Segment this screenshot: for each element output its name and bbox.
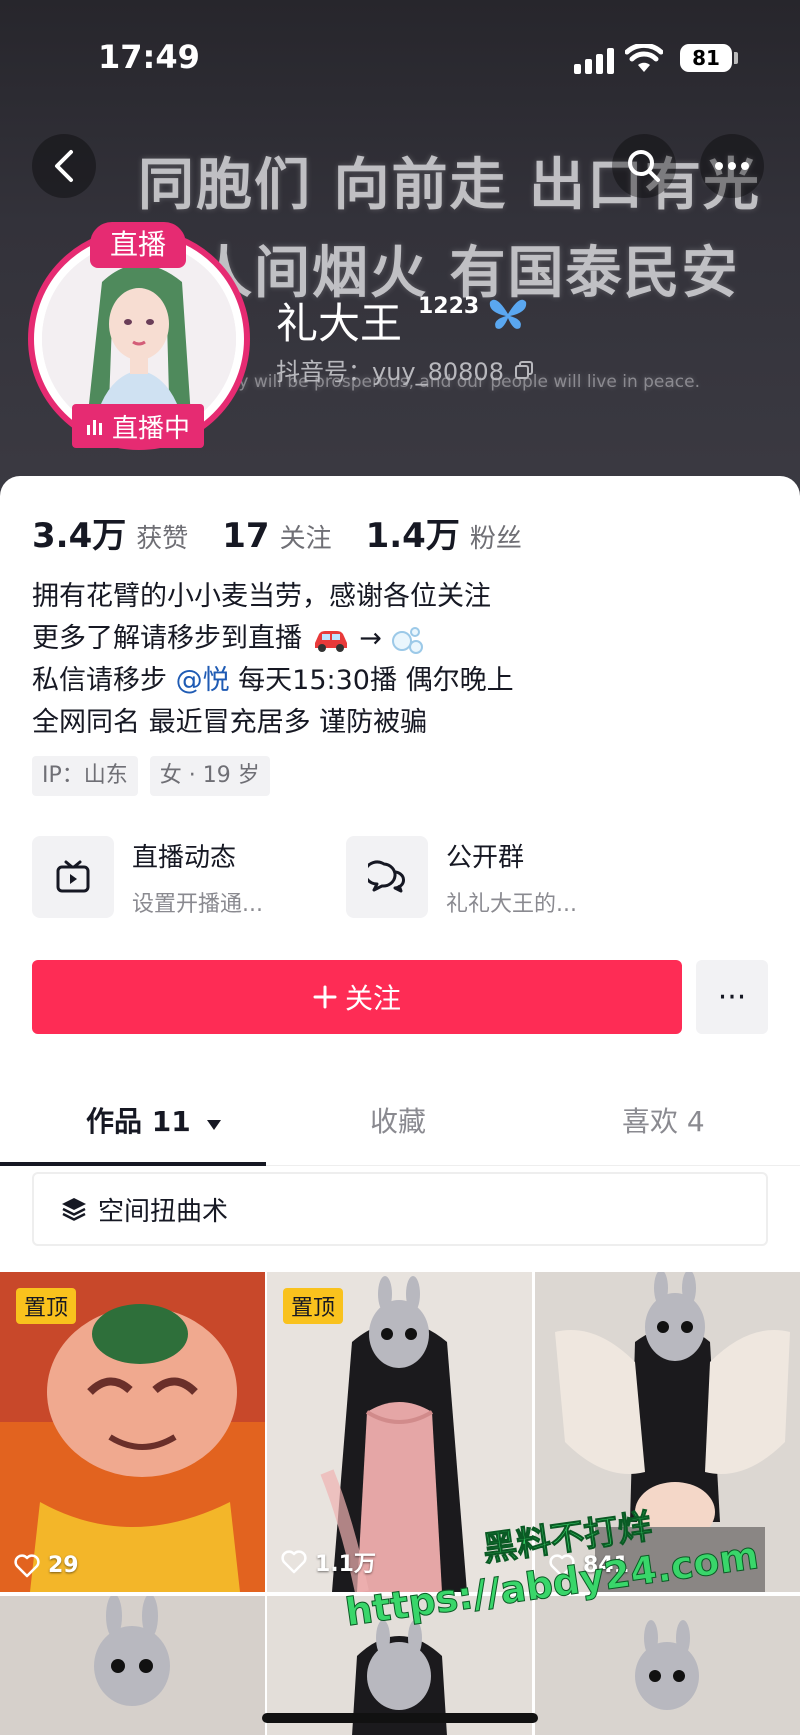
live-bars-icon xyxy=(86,420,102,435)
follow-button[interactable]: 关注 xyxy=(32,960,682,1034)
video-1-likes-count: 29 xyxy=(48,1553,79,1578)
heart-icon xyxy=(14,1553,40,1577)
car-icon xyxy=(314,630,347,652)
avatar[interactable]: 直播 直播中 xyxy=(28,222,250,450)
bio-arrow: → xyxy=(359,623,382,654)
tab-liked[interactable]: 喜欢 4 xyxy=(622,1100,705,1140)
follow-label: 关注 xyxy=(344,982,401,1015)
tv-icon xyxy=(32,836,114,918)
search-icon xyxy=(628,150,660,182)
live-badge-bottom[interactable]: 直播中 xyxy=(72,404,204,448)
user-level-badge: 1223 xyxy=(418,294,480,319)
live-updates-title: 直播动态 xyxy=(132,842,237,873)
plus-icon xyxy=(313,985,337,1009)
public-group-title: 公开群 xyxy=(446,842,525,873)
video-thumb-6-image xyxy=(535,1596,800,1735)
profile-stats: 3.4万 获赞 17 关注 1.4万 粉丝 xyxy=(32,508,556,557)
stat-followers[interactable]: 1.4万 粉丝 xyxy=(366,508,522,557)
ellipsis-icon xyxy=(715,162,749,170)
video-thumb-4[interactable] xyxy=(0,1596,265,1735)
username: 礼大王 xyxy=(276,299,403,348)
status-time: 17:49 xyxy=(98,38,200,76)
stat-likes-num: 3.4万 xyxy=(32,516,127,556)
wifi-icon xyxy=(625,44,663,72)
live-badge-top: 直播 xyxy=(90,222,186,268)
public-group-subtitle: 礼礼大王的... xyxy=(446,891,577,917)
live-updates-subtitle: 设置开播通... xyxy=(132,891,263,917)
home-indicator[interactable] xyxy=(262,1713,538,1723)
tag-gender-age: 女 · 19 岁 xyxy=(149,756,270,796)
signal-icon xyxy=(574,48,614,74)
video-thumb-1[interactable]: 置顶 29 xyxy=(0,1272,265,1592)
collection-entry[interactable]: 空间扭曲术 xyxy=(32,1172,768,1246)
more-options-button[interactable] xyxy=(700,134,764,198)
bio-line-1: 拥有花臂的小小麦当劳，感谢各位关注 xyxy=(32,581,491,612)
more-actions-button[interactable]: ··· xyxy=(696,960,768,1034)
live-updates-entry[interactable]: 直播动态 设置开播通... xyxy=(32,836,263,918)
status-bar: 17:49 81 xyxy=(0,0,800,120)
stat-following-label: 关注 xyxy=(279,524,332,554)
collection-label: 空间扭曲术 xyxy=(98,1196,229,1227)
battery-tip xyxy=(734,52,738,64)
heart-icon xyxy=(281,1550,307,1574)
tab-favorites[interactable]: 收藏 xyxy=(370,1100,426,1140)
video-thumb-4-image xyxy=(0,1596,265,1735)
douyin-id[interactable]: 抖音号：yuy_80808 xyxy=(276,352,534,387)
bio-line-4: 全网同名 最近冒充居多 谨防被骗 xyxy=(32,707,428,738)
video-1-likes: 29 xyxy=(14,1553,79,1578)
battery-indicator: 81 xyxy=(680,44,732,72)
video-2-likes: 1.1万 xyxy=(281,1546,376,1578)
active-tab-indicator xyxy=(0,1162,266,1166)
butterfly-icon xyxy=(489,299,527,329)
bubbles-icon xyxy=(392,626,424,654)
stat-following[interactable]: 17 关注 xyxy=(222,516,331,556)
tab-works[interactable]: 作品 11 xyxy=(86,1100,222,1140)
stat-followers-num: 1.4万 xyxy=(365,516,460,556)
bio-mention-link[interactable]: @悦 xyxy=(176,665,230,696)
pinned-badge-2: 置顶 xyxy=(283,1288,344,1324)
layers-icon xyxy=(62,1198,86,1221)
stat-likes-label: 获赞 xyxy=(136,524,189,554)
bio-line-3: 私信请移步 @悦 每天15:30播 偶尔晚上 xyxy=(32,660,514,702)
douyin-id-text: 抖音号：yuy_80808 xyxy=(276,358,504,386)
stat-followers-label: 粉丝 xyxy=(469,524,522,554)
group-chat-icon xyxy=(346,836,428,918)
caret-down-icon xyxy=(207,1120,222,1130)
video-thumb-6[interactable] xyxy=(535,1596,800,1735)
bio: 拥有花臂的小小麦当劳，感谢各位关注 更多了解请移步到直播 → 私信请移步 @悦 … xyxy=(32,576,514,744)
pinned-badge-1: 置顶 xyxy=(16,1288,77,1324)
bio-line-2: 更多了解请移步到直播 → xyxy=(32,618,514,660)
chevron-left-icon xyxy=(55,150,73,182)
public-group-entry[interactable]: 公开群 礼礼大王的... xyxy=(346,836,577,918)
tab-works-label: 作品 11 xyxy=(86,1105,191,1138)
profile-tags: IP：山东 女 · 19 岁 xyxy=(32,756,270,796)
content-tabs: 作品 11 收藏 喜欢 4 xyxy=(0,1080,800,1166)
live-status-label: 直播中 xyxy=(111,413,190,444)
back-button[interactable] xyxy=(32,134,96,198)
stat-following-num: 17 xyxy=(222,516,270,556)
search-button[interactable] xyxy=(612,134,676,198)
copy-icon[interactable] xyxy=(514,360,534,380)
tag-ip-location: IP：山东 xyxy=(32,756,138,796)
stat-likes[interactable]: 3.4万 获赞 xyxy=(32,508,188,557)
bio-line-3-prefix: 私信请移步 xyxy=(32,665,176,696)
profile-header: 同胞们 向前走 出口有光 人间烟火 有国泰民安 ntry will be pro… xyxy=(0,0,800,500)
bio-line-2-text: 更多了解请移步到直播 xyxy=(32,623,302,654)
bio-line-3-suffix: 每天15:30播 偶尔晚上 xyxy=(229,665,514,696)
